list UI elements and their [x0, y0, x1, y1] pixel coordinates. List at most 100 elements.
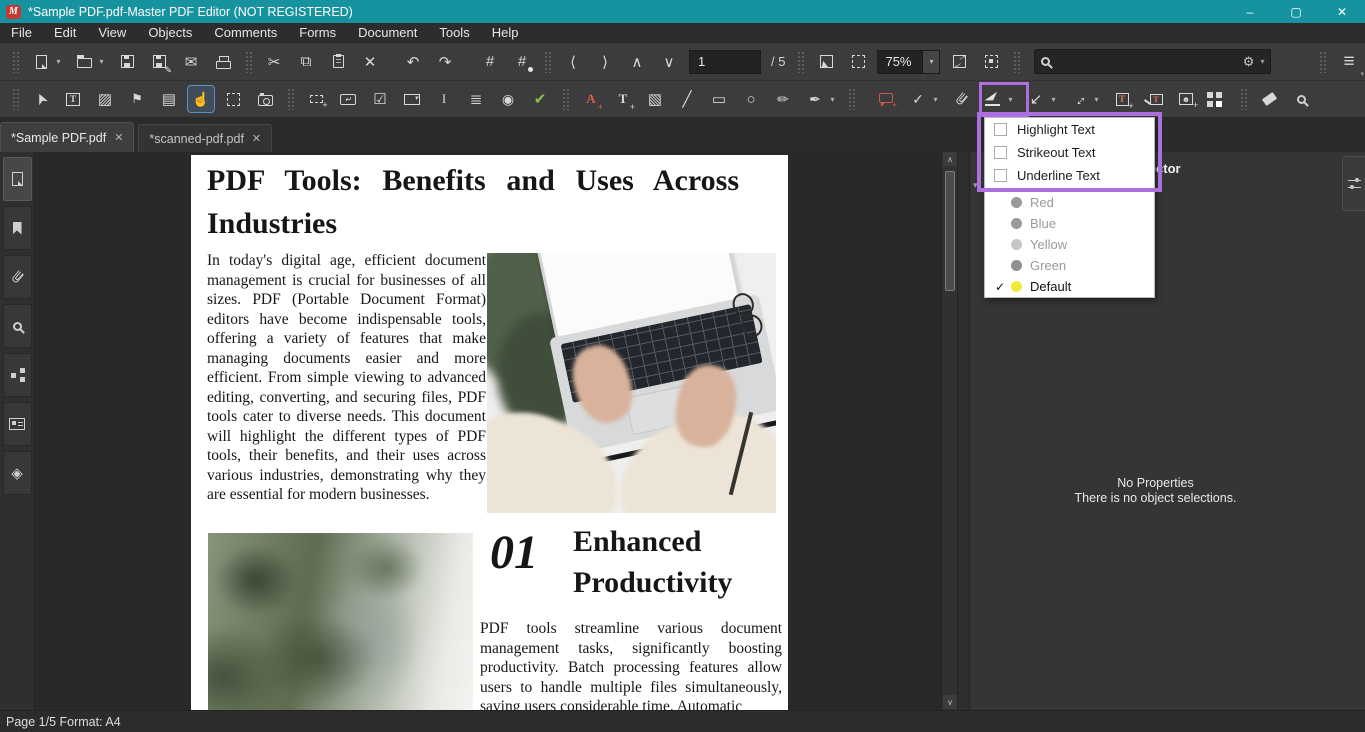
- menu-item-color-default[interactable]: ✓ Default: [985, 276, 1154, 297]
- text-annotation-button[interactable]: [1109, 86, 1135, 112]
- menu-comments[interactable]: Comments: [203, 23, 288, 42]
- toolbar-grip[interactable]: [544, 51, 551, 73]
- callout-button[interactable]: [1141, 86, 1167, 112]
- open-file-button[interactable]: [71, 49, 97, 75]
- panel-collapse-caret[interactable]: ▾: [973, 180, 978, 191]
- toolbar-grip[interactable]: [797, 51, 804, 73]
- tile-view-button[interactable]: [1205, 86, 1231, 112]
- toolbar-grip[interactable]: [1319, 51, 1326, 73]
- search-box[interactable]: ⚙ ▾: [1034, 49, 1271, 74]
- toolbar-grip[interactable]: [287, 88, 294, 110]
- menu-item-color-green[interactable]: Green: [985, 255, 1154, 276]
- check-box-tool[interactable]: ☑: [367, 86, 393, 112]
- print-button[interactable]: [210, 49, 236, 75]
- draw-ellipse-button[interactable]: ○: [738, 86, 764, 112]
- zoom-level-value[interactable]: 75%: [877, 50, 923, 74]
- edit-forms-button[interactable]: ⚑: [124, 86, 150, 112]
- push-button-tool[interactable]: [335, 86, 361, 112]
- highlight-text-button[interactable]: [980, 86, 1006, 112]
- copy-button[interactable]: ⧉: [293, 49, 319, 75]
- list-box-tool[interactable]: ≣: [463, 86, 489, 112]
- snap-to-grid-button[interactable]: #: [509, 49, 535, 75]
- check-annotation-button[interactable]: ✓: [905, 86, 931, 112]
- menu-item-highlight-text[interactable]: Highlight Text: [985, 118, 1154, 141]
- document-canvas[interactable]: PDF Tools: Benefits and Uses Across Indu…: [36, 152, 941, 710]
- maximize-button[interactable]: ▢: [1273, 0, 1319, 23]
- checkbox-icon[interactable]: [994, 123, 1007, 136]
- attach-file-button[interactable]: [948, 86, 974, 112]
- search-settings-dropdown[interactable]: ▾: [1260, 57, 1264, 66]
- save-as-button[interactable]: [146, 49, 172, 75]
- menu-document[interactable]: Document: [347, 23, 428, 42]
- edit-document-button[interactable]: ▤: [156, 86, 182, 112]
- toolbar-grip[interactable]: [12, 51, 19, 73]
- snapshot-button[interactable]: [252, 86, 278, 112]
- radio-button-tool[interactable]: ◉: [495, 86, 521, 112]
- previous-page-button[interactable]: ⟨: [560, 49, 586, 75]
- menu-item-strikeout-text[interactable]: Strikeout Text: [985, 141, 1154, 164]
- zoom-tool-button[interactable]: [1288, 86, 1314, 112]
- main-menu-button[interactable]: ≡: [1336, 49, 1362, 75]
- menu-help[interactable]: Help: [481, 23, 530, 42]
- paste-button[interactable]: [325, 49, 351, 75]
- toolbar-grip[interactable]: [1240, 88, 1247, 110]
- tab-close-icon[interactable]: [114, 131, 123, 144]
- toolbar-grip[interactable]: [562, 88, 569, 110]
- menu-objects[interactable]: Objects: [137, 23, 203, 42]
- add-text-button[interactable]: [578, 86, 604, 112]
- properties-flyout-tab[interactable]: [1342, 156, 1365, 211]
- menu-file[interactable]: File: [0, 23, 43, 42]
- fit-width-button[interactable]: [845, 49, 871, 75]
- sidebar-item-form-fields[interactable]: [3, 402, 32, 446]
- tab-scanned-pdf[interactable]: *scanned-pdf.pdf: [138, 124, 272, 152]
- stamp-button[interactable]: [1173, 86, 1199, 112]
- add-image-button[interactable]: ▧: [642, 86, 668, 112]
- edit-text-button[interactable]: [60, 86, 86, 112]
- fit-selection-button[interactable]: [978, 49, 1004, 75]
- select-region-button[interactable]: [220, 86, 246, 112]
- toolbar-grip[interactable]: [1013, 51, 1020, 73]
- delete-button[interactable]: ✕: [357, 49, 383, 75]
- panel-divider[interactable]: [957, 152, 970, 710]
- vertical-scrollbar[interactable]: ∧ ∨: [941, 152, 957, 710]
- menu-item-underline-text[interactable]: Underline Text: [985, 164, 1154, 187]
- search-settings-gear-icon[interactable]: ⚙: [1243, 54, 1255, 70]
- select-tool-button[interactable]: ➤: [28, 86, 54, 112]
- send-email-button[interactable]: ✉: [178, 49, 204, 75]
- double-arrow-button[interactable]: ↔: [1066, 86, 1092, 112]
- tab-close-icon[interactable]: [252, 132, 261, 145]
- text-field-tool[interactable]: [431, 86, 457, 112]
- minimize-button[interactable]: –: [1227, 0, 1273, 23]
- sticky-note-button[interactable]: [873, 86, 899, 112]
- scroll-down-arrow[interactable]: ∨: [943, 695, 957, 709]
- search-input[interactable]: [1056, 55, 1236, 69]
- zoom-select[interactable]: 75% ▾: [877, 50, 940, 74]
- link-tool-button[interactable]: [303, 86, 329, 112]
- menu-edit[interactable]: Edit: [43, 23, 87, 42]
- signature-button[interactable]: ✒: [802, 86, 828, 112]
- page-number-input[interactable]: [689, 50, 761, 74]
- menu-item-color-blue[interactable]: Blue: [985, 213, 1154, 234]
- save-button[interactable]: [114, 49, 140, 75]
- combo-box-tool[interactable]: [399, 86, 425, 112]
- close-button[interactable]: ✕: [1319, 0, 1365, 23]
- menu-item-color-yellow[interactable]: Yellow: [985, 234, 1154, 255]
- pdf-page[interactable]: PDF Tools: Benefits and Uses Across Indu…: [191, 155, 788, 710]
- new-document-button[interactable]: [28, 49, 54, 75]
- sidebar-item-layers[interactable]: ◈: [3, 451, 32, 495]
- edit-image-button[interactable]: ▨: [92, 86, 118, 112]
- sidebar-item-attachments[interactable]: [3, 255, 32, 299]
- toolbar-grip[interactable]: [848, 88, 855, 110]
- fit-page-button[interactable]: [813, 49, 839, 75]
- menu-forms[interactable]: Forms: [288, 23, 347, 42]
- hand-pan-button[interactable]: ☝: [188, 86, 214, 112]
- checkbox-icon[interactable]: [994, 169, 1007, 182]
- cut-button[interactable]: ✂: [261, 49, 287, 75]
- toolbar-grip[interactable]: [12, 88, 19, 110]
- sidebar-item-search[interactable]: [3, 304, 32, 348]
- menu-item-color-red[interactable]: Red: [985, 192, 1154, 213]
- menu-view[interactable]: View: [87, 23, 137, 42]
- zoom-dropdown-arrow[interactable]: ▾: [923, 50, 940, 74]
- arrow-tool-button[interactable]: ↙: [1023, 86, 1049, 112]
- draw-line-button[interactable]: ╱: [674, 86, 700, 112]
